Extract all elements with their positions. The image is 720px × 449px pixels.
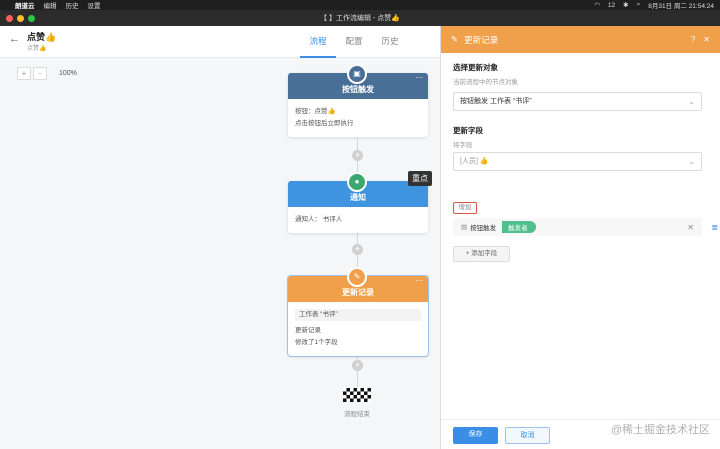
cancel-button[interactable]: 取消 bbox=[505, 427, 550, 444]
node-title: 更新记录 bbox=[342, 288, 374, 297]
search-icon[interactable]: ⌕ bbox=[637, 1, 641, 9]
bluetooth-icon[interactable]: ✱ bbox=[623, 1, 628, 9]
field-select[interactable]: [人员] 👍 ⌄ bbox=[453, 152, 702, 171]
close-icon[interactable]: ✕ bbox=[703, 35, 710, 44]
node-body: 工作表 “书评” 更新记录 修改了1个字段 bbox=[288, 302, 428, 356]
zoom-level: 100% bbox=[59, 70, 77, 77]
section-target-hint: 当前流程中的节点对象 bbox=[453, 79, 518, 86]
node-body: 通知人： 书评人 bbox=[288, 207, 428, 233]
system-menubar: 朗道云 编辑 历史 设置 ◠ 12 ✱ ⌕ 8月31日 周二 21:54:24 bbox=[0, 0, 720, 10]
node-line: 按钮：点赞👍 bbox=[295, 108, 336, 115]
node-config-panel: ✎ 更新记录 ? ✕ 选择更新对象 当前流程中的节点对象 按钮触发 工作表 “书… bbox=[440, 26, 720, 449]
tab-flow[interactable]: 流程 bbox=[300, 26, 336, 58]
field-hint: 将字段 bbox=[453, 142, 473, 149]
operation-select[interactable]: 增加 bbox=[453, 202, 477, 214]
flow-node-update-record[interactable]: ✎ ··· 更新记录 工作表 “书评” 更新记录 修改了1个字段 bbox=[288, 267, 428, 356]
help-icon[interactable]: ? bbox=[691, 35, 695, 44]
field-value-row[interactable]: ▤ 按钮触发 触发者 ✕ ≣ bbox=[453, 218, 718, 236]
menubar-history[interactable]: 历史 bbox=[66, 0, 79, 10]
node-header: ● 通知 bbox=[288, 172, 428, 207]
operation-select-value: 增加 bbox=[458, 204, 472, 211]
checkered-flag-icon bbox=[343, 388, 371, 402]
edit-record-icon: ✎ bbox=[451, 34, 459, 44]
panel-header: ✎ 更新记录 ? ✕ bbox=[441, 26, 720, 53]
node-worksheet-tag: 工作表 “书评” bbox=[295, 309, 421, 321]
workflow-header: ← 点赞👍 点赞👍 流程 配置 历史 bbox=[0, 26, 440, 58]
header-tabs: 流程 配置 历史 bbox=[300, 26, 408, 58]
menubar-app-name[interactable]: 朗道云 bbox=[15, 0, 35, 10]
chevron-down-icon: ⌄ bbox=[688, 157, 695, 166]
section-fields-title: 更新字段 bbox=[453, 126, 483, 135]
more-icon[interactable]: ··· bbox=[415, 264, 423, 298]
tab-config[interactable]: 配置 bbox=[336, 26, 372, 58]
zoom-out-button[interactable]: - bbox=[33, 67, 47, 80]
save-button[interactable]: 保存 bbox=[453, 427, 498, 444]
tab-history[interactable]: 历史 bbox=[372, 26, 408, 58]
add-field-button[interactable]: + 添加字段 bbox=[453, 246, 510, 262]
more-icon[interactable]: ··· bbox=[415, 61, 423, 95]
panel-title: 更新记录 bbox=[464, 34, 499, 45]
add-node-button[interactable]: + bbox=[352, 150, 363, 161]
cursor-click-icon: ▣ bbox=[347, 64, 367, 84]
back-arrow-icon[interactable]: ← bbox=[9, 33, 20, 45]
section-target-title: 选择更新对象 bbox=[453, 63, 498, 72]
zoom-controls: + - 100% bbox=[17, 67, 77, 80]
chevron-down-icon: ⌄ bbox=[688, 97, 695, 106]
menubar-edit[interactable]: 编辑 bbox=[44, 0, 57, 10]
node-line: 修改了1个字段 bbox=[295, 339, 338, 346]
node-line: 点击按钮后立即执行 bbox=[295, 120, 354, 127]
node-body: 按钮：点赞👍 点击按钮后立即执行 bbox=[288, 99, 428, 137]
window-title: 【 】工作流编辑 - 点赞👍 bbox=[320, 15, 400, 22]
add-node-button[interactable]: + bbox=[352, 360, 363, 371]
value-chip-label: 按钮触发 bbox=[470, 225, 497, 232]
node-header: ✎ ··· 更新记录 bbox=[288, 267, 428, 302]
menubar-settings[interactable]: 设置 bbox=[88, 0, 101, 10]
node-line: 通知人： 书评人 bbox=[295, 216, 343, 223]
window-titlebar: 【 】工作流编辑 - 点赞👍 bbox=[0, 10, 720, 26]
battery-count[interactable]: 12 bbox=[608, 2, 615, 9]
node-line: 更新记录 bbox=[295, 327, 321, 334]
node-title: 按钮触发 bbox=[342, 85, 374, 94]
flow-node-button-trigger[interactable]: ▣ ··· 按钮触发 按钮：点赞👍 点击按钮后立即执行 bbox=[288, 64, 428, 137]
page-title: 点赞👍 bbox=[27, 32, 57, 42]
node-header: ▣ ··· 按钮触发 bbox=[288, 64, 428, 99]
wifi-icon[interactable]: ◠ bbox=[594, 1, 600, 9]
chip-icon: ▤ bbox=[461, 224, 468, 231]
node-title: 通知 bbox=[350, 193, 366, 202]
field-picker-icon[interactable]: ≣ bbox=[711, 223, 718, 232]
menubar-clock[interactable]: 8月31日 周二 21:54:24 bbox=[648, 0, 714, 10]
user-icon: ● bbox=[347, 172, 367, 192]
add-node-button[interactable]: + bbox=[352, 244, 363, 255]
zoom-in-button[interactable]: + bbox=[17, 67, 31, 80]
flow-node-notify[interactable]: ● 通知 通知人： 书评人 bbox=[288, 172, 428, 233]
watermark: @稀土掘金技术社区 bbox=[610, 424, 710, 436]
target-object-value: 按钮触发 工作表 “书评” bbox=[460, 98, 532, 105]
field-select-value: [人员] 👍 bbox=[460, 158, 489, 165]
clear-value-icon[interactable]: ✕ bbox=[687, 223, 694, 232]
flow-canvas[interactable]: + - 100% + + + ▣ ··· 按钮触发 按钮：点赞👍 点击按钮后立即… bbox=[0, 58, 440, 449]
annotation-label: 重点 bbox=[408, 171, 432, 186]
value-chip-tag: 触发者 bbox=[502, 221, 536, 233]
page-subtitle: 点赞👍 bbox=[27, 46, 47, 52]
target-object-select[interactable]: 按钮触发 工作表 “书评” ⌄ bbox=[453, 92, 702, 111]
edit-record-icon: ✎ bbox=[347, 267, 367, 287]
flow-end-label: 流程结束 bbox=[344, 411, 370, 418]
